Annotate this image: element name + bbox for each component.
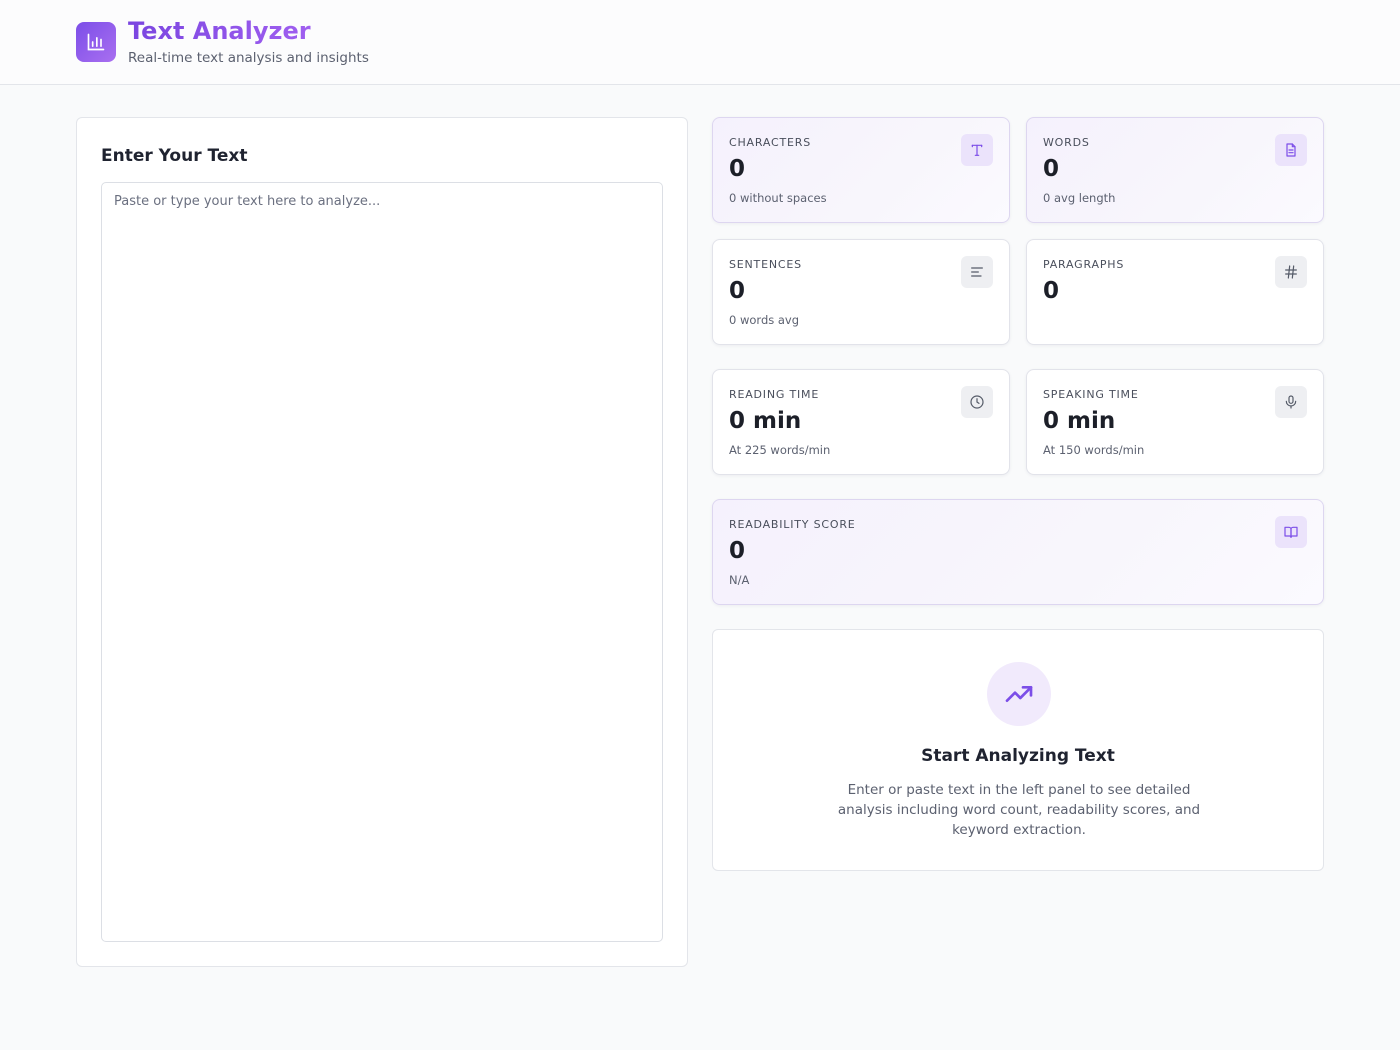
hash-icon bbox=[1275, 256, 1307, 288]
app-header: Text Analyzer Real-time text analysis an… bbox=[0, 0, 1400, 85]
text-input-panel: Enter Your Text bbox=[76, 117, 688, 967]
paragraphs-label: PARAGRAPHS bbox=[1043, 258, 1125, 271]
speaking-time-label: SPEAKING TIME bbox=[1043, 388, 1139, 401]
sentences-label: SENTENCES bbox=[729, 258, 802, 271]
words-value: 0 bbox=[1043, 156, 1060, 182]
words-label: WORDS bbox=[1043, 136, 1090, 149]
app-subtitle: Real-time text analysis and insights bbox=[128, 50, 369, 66]
sentences-value: 0 bbox=[729, 278, 746, 304]
empty-state-description: Enter or paste text in the left panel to… bbox=[837, 782, 1201, 838]
app-title: Text Analyzer bbox=[128, 17, 311, 45]
book-open-icon bbox=[1275, 516, 1307, 548]
microphone-icon bbox=[1275, 386, 1307, 418]
document-icon bbox=[1275, 134, 1307, 166]
align-left-icon bbox=[961, 256, 993, 288]
clock-icon bbox=[961, 386, 993, 418]
speaking-time-value: 0 min bbox=[1043, 408, 1116, 434]
type-icon bbox=[961, 134, 993, 166]
words-card: WORDS 0 0 avg length bbox=[1026, 117, 1324, 223]
speaking-time-sub: At 150 words/min bbox=[1043, 443, 1145, 457]
paragraphs-value: 0 bbox=[1043, 278, 1060, 304]
words-sub: 0 avg length bbox=[1043, 191, 1116, 205]
characters-value: 0 bbox=[729, 156, 746, 182]
readability-card: READABILITY SCORE 0 N/A bbox=[712, 499, 1324, 605]
characters-card: CHARACTERS 0 0 without spaces bbox=[712, 117, 1010, 223]
empty-state-title: Start Analyzing Text bbox=[921, 746, 1115, 766]
readability-label: READABILITY SCORE bbox=[729, 518, 856, 531]
sentences-sub: 0 words avg bbox=[729, 313, 800, 327]
bar-chart-icon bbox=[76, 22, 116, 62]
input-heading: Enter Your Text bbox=[101, 146, 248, 166]
reading-time-value: 0 min bbox=[729, 408, 802, 434]
sentences-card: SENTENCES 0 0 words avg bbox=[712, 239, 1010, 345]
characters-sub: 0 without spaces bbox=[729, 191, 827, 205]
characters-label: CHARACTERS bbox=[729, 136, 811, 149]
text-input[interactable] bbox=[101, 182, 663, 942]
speaking-time-card: SPEAKING TIME 0 min At 150 words/min bbox=[1026, 369, 1324, 475]
readability-sub: N/A bbox=[729, 573, 750, 587]
reading-time-card: READING TIME 0 min At 225 words/min bbox=[712, 369, 1010, 475]
empty-state-panel: Start Analyzing Text Enter or paste text… bbox=[712, 629, 1324, 871]
paragraphs-card: PARAGRAPHS 0 bbox=[1026, 239, 1324, 345]
reading-time-label: READING TIME bbox=[729, 388, 820, 401]
trending-up-icon bbox=[987, 662, 1051, 726]
readability-value: 0 bbox=[729, 538, 746, 564]
reading-time-sub: At 225 words/min bbox=[729, 443, 831, 457]
